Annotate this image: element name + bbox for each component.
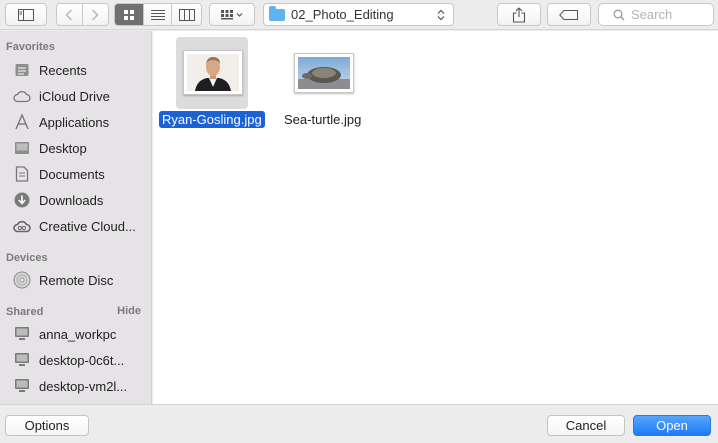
icon-view-button[interactable] (115, 4, 144, 25)
sidebar-item-downloads[interactable]: Downloads (0, 187, 151, 213)
sidebar-item-recents[interactable]: Recents (0, 57, 151, 83)
file-name-label[interactable]: Ryan-Gosling.jpg (159, 111, 265, 128)
shared-heading: Shared (6, 306, 44, 318)
cancel-button[interactable]: Cancel (547, 415, 625, 436)
sidebar-item-label: desktop-vm2l... (39, 378, 128, 394)
sidebar-item-desktop[interactable]: Desktop (0, 135, 151, 161)
portrait-image (187, 54, 239, 91)
column-view-button[interactable] (172, 4, 201, 25)
search-icon (613, 9, 625, 21)
file-thumbnail[interactable] (183, 50, 243, 95)
toolbar: 02_Photo_Editing Search (0, 0, 718, 30)
file-thumbnail[interactable] (294, 53, 354, 93)
sidebar-item-label: Downloads (39, 192, 104, 208)
sidebar-item-label: Remote Disc (39, 272, 114, 288)
updown-chevron-icon (437, 9, 445, 21)
tag-button[interactable] (547, 3, 591, 26)
list-view-button[interactable] (144, 4, 173, 25)
sidebar-item-label: Applications (39, 114, 110, 130)
sea-turtle-image (298, 57, 350, 89)
arrange-button[interactable] (209, 3, 255, 26)
favorites-heading: Favorites (6, 41, 55, 53)
forward-button[interactable] (83, 4, 108, 25)
sidebar: Favorites Recents iCloud Drive Applicati… (0, 31, 152, 404)
sidebar-icon (18, 8, 34, 21)
recents-icon (13, 61, 31, 79)
options-button[interactable]: Options (5, 415, 89, 436)
sidebar-item-shared-computer[interactable]: anna_workpc (0, 321, 151, 347)
share-button[interactable] (497, 3, 541, 26)
disc-icon (13, 271, 31, 289)
sidebar-item-label: Desktop (39, 140, 87, 156)
sidebar-item-shared-computer[interactable]: desktop-vm2l... (0, 373, 151, 399)
sidebar-item-creative-cloud[interactable]: Creative Cloud... (0, 213, 151, 239)
devices-heading: Devices (6, 252, 48, 264)
sidebar-item-label: anna_workpc (39, 326, 117, 342)
search-field[interactable]: Search (598, 3, 714, 26)
cloud-icon (13, 87, 31, 105)
creative-cloud-icon (13, 217, 31, 235)
back-forward-group (56, 3, 109, 26)
sidebar-item-applications[interactable]: Applications (0, 109, 151, 135)
sidebar-item-icloud[interactable]: iCloud Drive (0, 83, 151, 109)
back-button[interactable] (57, 4, 83, 25)
share-icon (512, 6, 526, 23)
computer-icon (13, 325, 31, 343)
sidebar-item-documents[interactable]: Documents (0, 161, 151, 187)
file-name-label[interactable]: Sea-turtle.jpg (281, 111, 364, 128)
downloads-icon (13, 191, 31, 209)
path-label: 02_Photo_Editing (291, 7, 394, 22)
applications-icon (13, 113, 31, 131)
chevron-left-icon (65, 8, 73, 21)
search-placeholder: Search (631, 7, 673, 22)
shared-hide-link[interactable]: Hide (117, 305, 141, 317)
sidebar-item-shared-computer[interactable]: desktop-0c6t... (0, 347, 151, 373)
sidebar-item-label: Recents (39, 62, 87, 78)
desktop-icon (13, 139, 31, 157)
open-button[interactable]: Open (633, 415, 711, 436)
chevron-right-icon (92, 8, 99, 21)
sidebar-item-remote-disc[interactable]: Remote Disc (0, 267, 151, 293)
list-icon (150, 10, 165, 20)
sidebar-item-label: Documents (39, 166, 105, 182)
sidebar-toggle-button[interactable] (5, 3, 47, 26)
view-mode-group (114, 3, 202, 26)
grid-icon (123, 9, 134, 20)
arrange-grid-icon (221, 9, 243, 19)
folder-icon (269, 5, 285, 21)
columns-icon (178, 8, 195, 21)
sidebar-item-label: Creative Cloud... (39, 218, 136, 234)
sidebar-item-label: desktop-0c6t... (39, 352, 125, 368)
bottom-bar: Options Cancel Open (0, 404, 718, 443)
file-browser-area: Ryan-Gosling.jpg Sea-turtle.jpg (153, 31, 718, 404)
sidebar-item-label: iCloud Drive (39, 88, 110, 104)
documents-icon (13, 165, 31, 183)
computer-icon (13, 377, 31, 395)
computer-icon (13, 351, 31, 369)
path-popup[interactable]: 02_Photo_Editing (263, 3, 454, 26)
tag-icon (559, 9, 578, 20)
